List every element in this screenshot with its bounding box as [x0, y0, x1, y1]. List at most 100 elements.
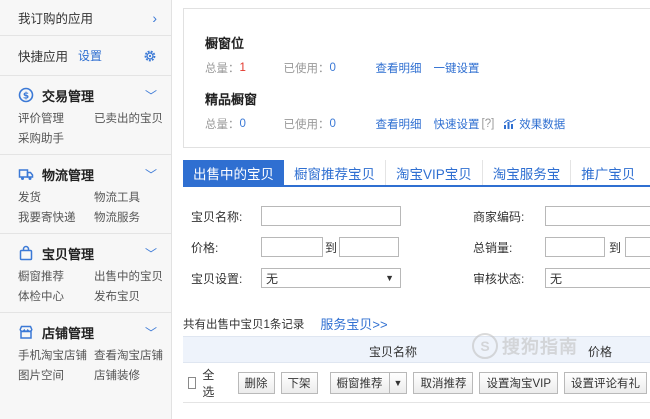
caret-down-icon: ▼ [385, 273, 394, 283]
bulk-action-bar: 全选 删除 下架 橱窗推荐 ▼ 取消推荐 设置淘宝VIP 设置评论有礼 [183, 363, 650, 403]
section-store: 店铺管理 ﹀ 手机淘宝店铺 查看淘宝店铺 图片空间 店铺装修 [0, 313, 171, 391]
sidebar: 我订购的应用 › 快捷应用 设置 $ 交易管理 ﹀ 评价管理 已卖出的宝贝 采购… [0, 0, 172, 419]
window-slot-block: 橱窗位 总量： 1 已使用： 0 查看明细 一键设置 [205, 33, 480, 76]
window-details-link[interactable]: 查看明细 [376, 60, 422, 76]
window-recommend-button[interactable]: 橱窗推荐 [329, 371, 390, 394]
quick-apps-label: 快捷应用 [18, 50, 69, 64]
tab-vip-items[interactable]: 淘宝VIP宝贝 [386, 160, 483, 185]
premium-total-value: 0 [239, 118, 246, 130]
window-total-label: 总量： [205, 63, 240, 75]
premium-window-block: 精品橱窗 总量： 0 已使用： 0 查看明细 快速设置 [?] 效果数据 [205, 89, 565, 132]
records-count-text: 共有出售中宝贝1条记录 [183, 318, 305, 331]
sidebar-link-logistics-tools[interactable]: 物流工具 [94, 189, 174, 205]
store-icon [19, 325, 33, 339]
sales-max-input[interactable] [625, 237, 650, 257]
chevron-down-icon: ﹀ [144, 167, 157, 182]
price-max-input[interactable] [339, 237, 399, 257]
cancel-recommend-button[interactable]: 取消推荐 [413, 371, 474, 394]
sidebar-link-view-store[interactable]: 查看淘宝店铺 [94, 347, 174, 363]
item-tabs: 出售中的宝贝 橱窗推荐宝贝 淘宝VIP宝贝 淘宝服务宝 推广宝贝 [183, 160, 650, 187]
review-status-value: 无 [550, 271, 563, 286]
quick-apps-settings-link[interactable]: 设置 [78, 47, 102, 64]
sidebar-link-image-space[interactable]: 图片空间 [18, 367, 94, 383]
merchant-code-label: 商家编码: [473, 209, 525, 224]
section-store-title: 店铺管理 [42, 325, 95, 341]
sidebar-link-review-management[interactable]: 评价管理 [18, 110, 94, 126]
chevron-down-icon: ﹀ [144, 325, 157, 340]
sidebar-link-purchase-assistant[interactable]: 采购助手 [18, 130, 94, 146]
premium-details-link[interactable]: 查看明细 [376, 116, 422, 132]
sidebar-link-window-recommend[interactable]: 橱窗推荐 [18, 268, 94, 284]
main-content: 橱窗位 总量： 1 已使用： 0 查看明细 一键设置 精品橱窗 总量： 0 已使… [172, 0, 650, 419]
sidebar-link-store-decoration[interactable]: 店铺装修 [94, 367, 174, 383]
price-to-label: 到 [324, 240, 337, 255]
delete-button[interactable]: 删除 [237, 371, 275, 394]
set-vip-button[interactable]: 设置淘宝VIP [479, 371, 558, 394]
total-sales-label: 总销量: [473, 240, 513, 255]
price-label: 价格: [191, 240, 219, 255]
tab-service-items[interactable]: 淘宝服务宝 [483, 160, 572, 185]
section-trade: $ 交易管理 ﹀ 评价管理 已卖出的宝贝 采购助手 [0, 76, 171, 155]
column-price[interactable]: 价格 [588, 343, 612, 360]
sales-to-label: 到 [608, 240, 621, 255]
premium-used-value: 0 [329, 118, 336, 130]
truck-icon [18, 169, 34, 180]
help-icon[interactable]: [?] [482, 118, 495, 130]
service-items-link[interactable]: 服务宝贝>> [320, 314, 387, 333]
quick-apps-row: 快捷应用 设置 [0, 36, 171, 76]
tab-promoted-items[interactable]: 推广宝贝 [571, 160, 645, 185]
section-items-header[interactable]: 宝贝管理 ﹀ [18, 242, 171, 264]
sidebar-link-health-check[interactable]: 体检中心 [18, 288, 94, 304]
set-review-gift-button[interactable]: 设置评论有礼 [564, 371, 647, 394]
subscribed-apps-row[interactable]: 我订购的应用 › [0, 0, 171, 36]
svg-text:$: $ [23, 92, 29, 102]
window-used-value: 0 [329, 62, 336, 74]
sales-min-input[interactable] [545, 237, 605, 257]
sidebar-link-mobile-store[interactable]: 手机淘宝店铺 [18, 347, 94, 363]
premium-quick-setup-link[interactable]: 快速设置 [434, 116, 480, 132]
column-item-name: 宝贝名称 [369, 345, 418, 359]
premium-used-label: 已使用： [283, 119, 330, 131]
showcase-panel: 橱窗位 总量： 1 已使用： 0 查看明细 一键设置 精品橱窗 总量： 0 已使… [183, 8, 650, 148]
shopping-bag-icon [19, 245, 33, 261]
item-setting-value: 无 [266, 271, 279, 286]
section-store-header[interactable]: 店铺管理 ﹀ [18, 321, 171, 343]
section-logistics: 物流管理 ﹀ 发货 物流工具 我要寄快递 物流服务 [0, 155, 171, 234]
item-setting-select[interactable]: 无 ▼ [261, 268, 401, 288]
gear-icon[interactable] [143, 49, 157, 63]
premium-effect-data-link[interactable]: 效果数据 [519, 116, 565, 132]
review-status-label: 审核状态: [473, 271, 525, 286]
bar-chart-icon [504, 119, 517, 129]
subscribed-apps-label: 我订购的应用 [18, 12, 94, 26]
item-setting-label: 宝贝设置: [191, 271, 243, 286]
merchant-code-input[interactable] [545, 206, 650, 226]
section-trade-title: 交易管理 [42, 88, 95, 104]
window-slot-title: 橱窗位 [205, 36, 245, 51]
select-all-label: 全选 [202, 367, 215, 399]
select-all-checkbox[interactable] [188, 376, 197, 389]
trade-icon: $ [18, 87, 34, 103]
sidebar-link-items-on-sale[interactable]: 出售中的宝贝 [94, 268, 174, 284]
sidebar-link-publish-item[interactable]: 发布宝贝 [94, 288, 174, 304]
chevron-down-icon: ﹀ [144, 246, 157, 261]
section-items: 宝贝管理 ﹀ 橱窗推荐 出售中的宝贝 体检中心 发布宝贝 [0, 234, 171, 313]
window-one-click-setup-link[interactable]: 一键设置 [434, 60, 480, 76]
section-trade-header[interactable]: $ 交易管理 ﹀ [18, 84, 171, 106]
chevron-right-icon: › [152, 9, 157, 26]
sidebar-link-sold-items[interactable]: 已卖出的宝贝 [94, 110, 174, 126]
caret-down-icon[interactable]: ▼ [389, 371, 408, 394]
premium-window-title: 精品橱窗 [205, 92, 258, 107]
item-name-label: 宝贝名称: [191, 209, 243, 224]
section-items-title: 宝贝管理 [42, 246, 95, 262]
review-status-select[interactable]: 无 [545, 268, 650, 288]
delist-button[interactable]: 下架 [280, 371, 318, 394]
section-logistics-header[interactable]: 物流管理 ﹀ [18, 163, 171, 185]
item-name-input[interactable] [261, 206, 401, 226]
tab-window-recommended[interactable]: 橱窗推荐宝贝 [284, 160, 386, 185]
sidebar-link-ship[interactable]: 发货 [18, 189, 94, 205]
table-header: 宝贝名称 价格 [183, 336, 650, 363]
sidebar-link-logistics-service[interactable]: 物流服务 [94, 209, 174, 225]
price-min-input[interactable] [261, 237, 323, 257]
sidebar-link-send-express[interactable]: 我要寄快递 [18, 209, 94, 225]
tab-items-on-sale[interactable]: 出售中的宝贝 [183, 160, 284, 185]
